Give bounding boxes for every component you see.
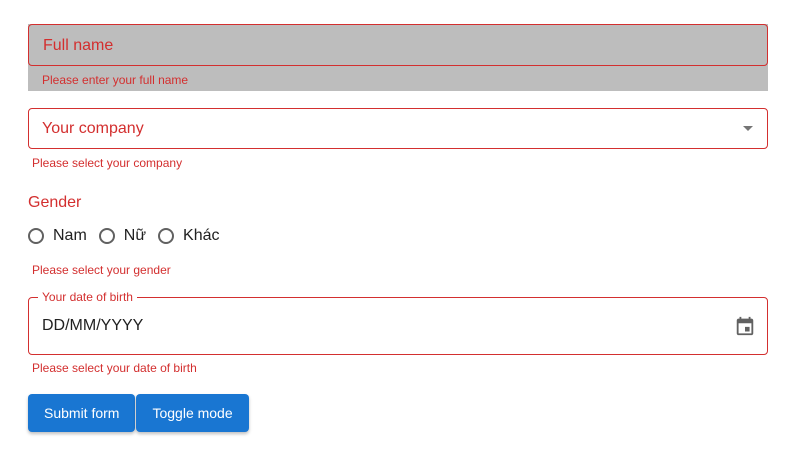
date-of-birth-label: Your date of birth	[38, 290, 137, 304]
gender-helper-text: Please select your gender	[32, 263, 171, 277]
radio-label: Nữ	[123, 227, 147, 244]
toggle-mode-button[interactable]: Toggle mode	[136, 394, 249, 432]
radio-button[interactable]	[28, 228, 44, 244]
radio-button[interactable]	[158, 228, 175, 244]
radio-button[interactable]	[98, 228, 115, 244]
gender-option-nu[interactable]: Nữ	[98, 227, 147, 245]
gender-option-nam[interactable]: Nam	[28, 227, 87, 245]
radio-label: Nam	[53, 227, 87, 244]
full-name-input[interactable]: Full name	[28, 24, 768, 66]
company-helper-text: Please select your company	[32, 156, 183, 170]
arrow-drop-down-icon	[743, 126, 753, 131]
gender-option-khac[interactable]: Khác	[158, 227, 220, 245]
gender-radio-group: Nam Nữ Khác	[28, 224, 232, 248]
gender-label: Gender	[28, 194, 82, 211]
radio-label: Khác	[183, 227, 220, 244]
date-of-birth-input[interactable]: DD/MM/YYYY	[42, 317, 143, 335]
form: Full name Please enter your full name Yo…	[28, 24, 768, 432]
company-label: Your company	[42, 120, 144, 137]
date-of-birth-field[interactable]: Your date of birth DD/MM/YYYY	[28, 290, 768, 355]
full-name-field: Full name Please enter your full name	[28, 24, 768, 91]
date-of-birth-helper-text: Please select your date of birth	[32, 361, 197, 375]
calendar-icon[interactable]	[734, 315, 756, 337]
full-name-label: Full name	[43, 37, 114, 54]
full-name-helper-text: Please enter your full name	[42, 73, 189, 87]
company-select[interactable]: Your company	[28, 108, 768, 149]
submit-form-button[interactable]: Submit form	[28, 394, 136, 432]
button-row: Submit form Toggle mode	[28, 394, 249, 432]
